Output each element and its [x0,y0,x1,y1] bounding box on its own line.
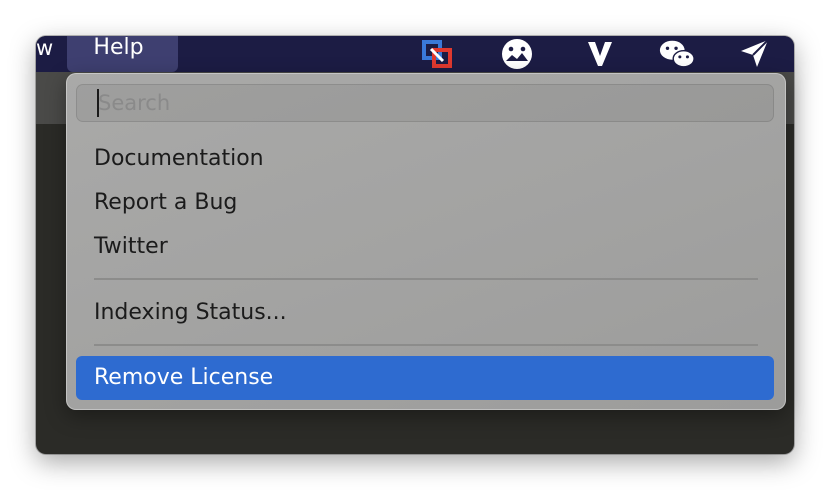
wechat-icon[interactable] [658,36,696,72]
menu-item-twitter[interactable]: Twitter [76,225,774,269]
screenshot-app-icon[interactable] [498,36,536,72]
menu-item-help[interactable]: Help [67,36,178,72]
menu-item-report-bug[interactable]: Report a Bug [76,181,774,225]
search-input[interactable] [96,84,758,122]
parallels-icon[interactable] [419,36,457,72]
text-caret [97,89,99,117]
menu-separator [94,278,758,280]
vectorize-icon[interactable] [581,36,619,72]
menu-item-view[interactable]: w [36,36,53,72]
menu-item-remove-license[interactable]: Remove License [76,356,774,400]
menu-item-documentation[interactable]: Documentation [76,137,774,181]
menu-bar: w Help [36,36,794,72]
menu-item-indexing-status[interactable]: Indexing Status... [76,291,774,335]
send-arrow-icon[interactable] [736,36,774,72]
help-dropdown-menu: Documentation Report a Bug Twitter Index… [66,73,786,410]
menu-search-field[interactable] [76,84,774,122]
menu-separator [94,344,758,346]
